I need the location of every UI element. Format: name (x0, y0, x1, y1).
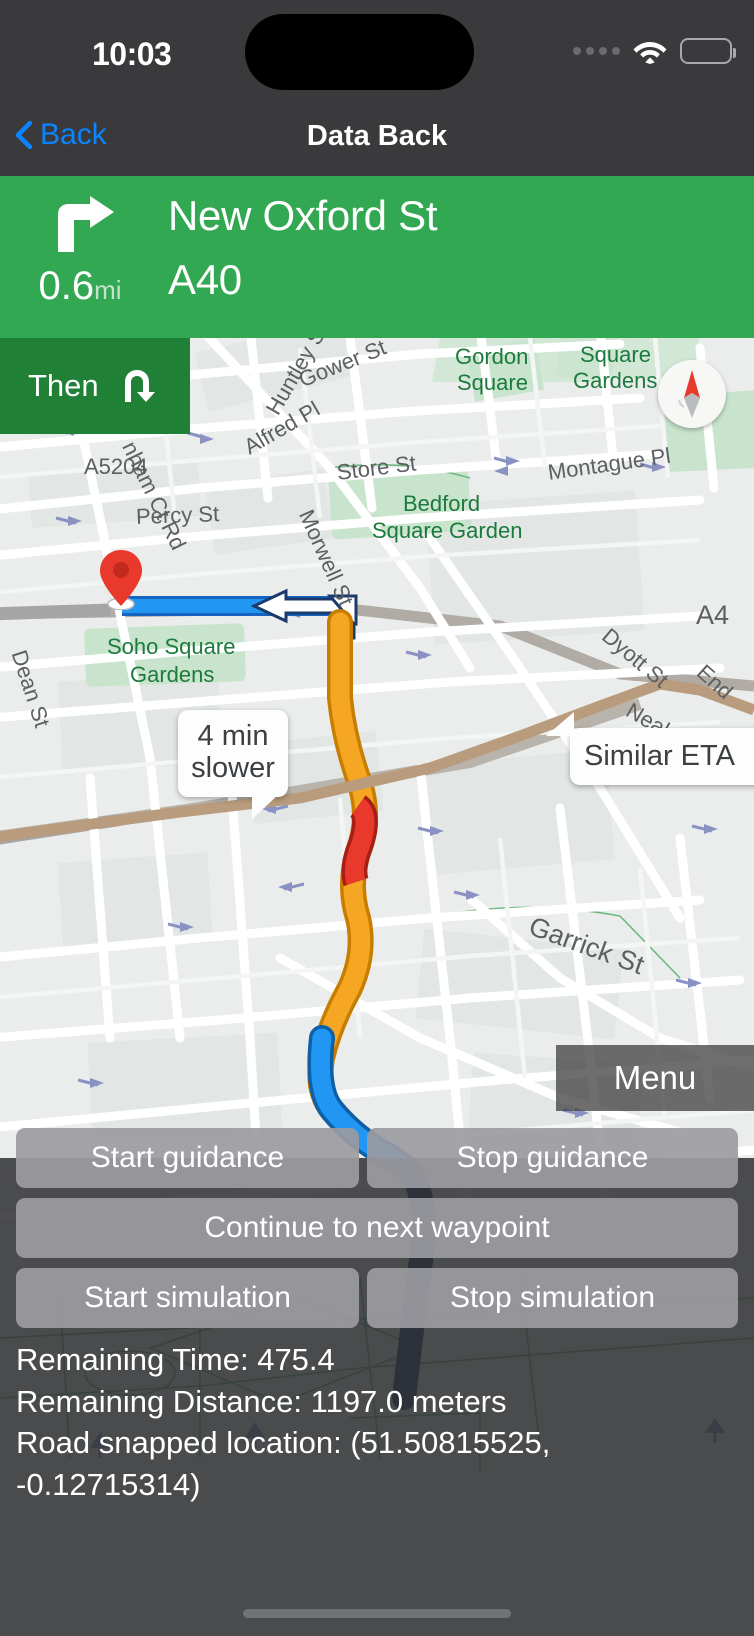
map-label: Percy St (135, 501, 220, 529)
maneuver-distance-value: 0.6 (38, 264, 95, 308)
wifi-icon (633, 38, 667, 64)
start-simulation-button[interactable]: Start simulation (16, 1268, 359, 1328)
maneuver-distance: 0.6mi (0, 264, 160, 309)
map-label: Gardens (573, 368, 658, 393)
menu-button[interactable]: Menu (556, 1045, 754, 1111)
u-turn-right-icon (121, 368, 157, 404)
map-label: Square (580, 342, 651, 367)
menu-button-label: Menu (613, 1059, 697, 1096)
road-snapped-location-line1: Road snapped location: (51.50815525, (16, 1425, 551, 1461)
callout-alternate-route-eta[interactable]: Similar ETA (546, 712, 754, 785)
remaining-distance-text: Remaining Distance: 1197.0 meters (16, 1383, 507, 1419)
status-bar-indicators (573, 38, 736, 64)
map-label: Gardens (130, 662, 215, 687)
callout-alternate-route-slower[interactable]: 4 min slower (178, 710, 288, 819)
status-bar: 10:03 (0, 0, 754, 104)
turn-right-arrow-icon (48, 196, 116, 254)
maneuver-banner: 0.6mi New Oxford St A40 (0, 176, 754, 338)
navigation-stats: Remaining Time: 475.4 Remaining Distance… (16, 1340, 742, 1507)
then-label: Then (28, 368, 99, 403)
map-pin-icon (99, 548, 143, 610)
then-maneuver-banner: Then (0, 338, 190, 434)
callout-slower-line2: slower (191, 752, 275, 785)
remaining-time-text: Remaining Time: 475.4 (16, 1342, 335, 1377)
status-bar-clock: 10:03 (92, 36, 172, 72)
navigation-bar: Back Data Back (0, 104, 754, 176)
stop-simulation-button[interactable]: Stop simulation (367, 1268, 738, 1328)
map-label: Soho Square (107, 634, 236, 659)
dynamic-island (245, 14, 474, 90)
map-label: Bedford (403, 491, 481, 516)
continue-to-next-waypoint-button[interactable]: Continue to next waypoint (16, 1198, 738, 1258)
phone-screen: Gordon Square Square Gardens Gower St Huntley… (0, 0, 754, 1636)
stop-guidance-button[interactable]: Stop guidance (367, 1128, 738, 1188)
maneuver-left-column: 0.6mi (0, 176, 160, 338)
map-label: Gordon (455, 344, 529, 369)
bottom-control-panel: Start guidance Stop guidance Continue to… (0, 1128, 754, 1636)
battery-full-icon (680, 38, 736, 64)
callout-eta-line1: Similar ETA (584, 740, 735, 772)
maneuver-road-primary: New Oxford St (168, 192, 438, 239)
map-label: A4 (696, 600, 730, 630)
maneuver-distance-unit: mi (94, 275, 122, 305)
map-label: Square (457, 370, 528, 395)
home-indicator[interactable] (243, 1609, 511, 1618)
start-guidance-button[interactable]: Start guidance (16, 1128, 359, 1188)
page-title: Data Back (306, 120, 448, 152)
callout-slower-line1: 4 min (197, 720, 269, 752)
maneuver-road-secondary: A40 (168, 256, 242, 303)
road-snapped-location-line2: -0.12715314) (16, 1467, 201, 1503)
map-label: Square Garden (372, 518, 523, 543)
signal-dots-icon (573, 47, 620, 55)
compass-needle-icon[interactable] (658, 360, 726, 428)
